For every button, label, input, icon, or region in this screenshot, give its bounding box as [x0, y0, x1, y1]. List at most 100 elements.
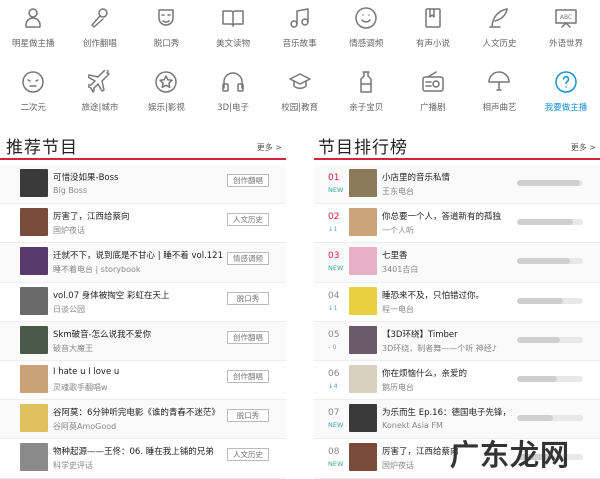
- category-r1-7[interactable]: 人文历史: [466, 0, 533, 57]
- category-tag[interactable]: 脱口秀: [227, 291, 269, 305]
- popularity-bar-fill: [517, 336, 560, 343]
- program-title[interactable]: 厉害了，江西给蔡向: [53, 210, 223, 222]
- category-tag[interactable]: 人文历史: [227, 213, 269, 227]
- category-tag[interactable]: 创作翻唱: [227, 330, 269, 344]
- table-row[interactable]: 05 - 0 【3D环绕】Timber 3D环绕，制者舞——个听 神经♪: [314, 321, 600, 361]
- program-author: 灵魂歌手翻唱w: [53, 382, 108, 392]
- category-tag[interactable]: 创作翻唱: [227, 174, 269, 187]
- category-tag[interactable]: 人文历史: [227, 448, 269, 462]
- program-author: 睡不着电台 | storybook: [53, 265, 141, 275]
- program-title[interactable]: Skm破音-怎么说我不爱你: [53, 328, 223, 340]
- rank-change: ↓1: [328, 303, 338, 312]
- program-title[interactable]: 可惜没如果-Boss: [53, 171, 223, 183]
- rank-change: NEW: [328, 186, 344, 194]
- list-item[interactable]: vol.07 身体被掏空 彩虹在天上 日谈公园 脱口秀: [0, 282, 286, 322]
- rank-number: 06: [328, 368, 340, 379]
- category-tag[interactable]: 脱口秀: [227, 409, 269, 423]
- table-row[interactable]: 04 ↓1 睡恐来不及，只怕错过你。 程一电台: [314, 282, 600, 322]
- program-title[interactable]: 谷阿莫：6分钟听完电影《谁的青春不迷茫》: [53, 406, 223, 418]
- category-tag[interactable]: 情感调频: [227, 252, 269, 266]
- program-title[interactable]: 迁就不下，说到底是不甘心 | 睡不着 vol.121: [53, 249, 223, 261]
- program-thumbnail[interactable]: [349, 208, 377, 237]
- category-r1-5[interactable]: 情感调频: [333, 0, 400, 57]
- program-title[interactable]: I hate u I love u: [53, 367, 223, 377]
- program-title[interactable]: 物种起源——王佟：06. 睡在我上铺的兄弟: [53, 445, 223, 457]
- category-label: 我要做主播: [544, 103, 588, 113]
- recommend-more-link[interactable]: 更多 >: [257, 142, 282, 153]
- category-label: 音乐故事: [282, 39, 317, 49]
- category-r2-6[interactable]: 广播剧: [400, 64, 467, 121]
- program-thumbnail[interactable]: [349, 443, 377, 472]
- table-row[interactable]: 03 NEW 七里香 3401吉白: [314, 243, 600, 283]
- category-r1-0[interactable]: 明星做主播: [0, 0, 67, 57]
- category-r2-4[interactable]: 校园|教育: [266, 64, 333, 121]
- watermark: 广东龙网: [450, 438, 571, 472]
- category-r2-0[interactable]: 二次元: [0, 64, 67, 121]
- popularity-bar: [517, 219, 583, 226]
- rank-change: ↓1: [328, 225, 338, 234]
- program-thumbnail[interactable]: [20, 247, 48, 276]
- category-r1-4[interactable]: 音乐故事: [266, 0, 333, 57]
- category-r2-2[interactable]: 娱乐|影视: [133, 64, 200, 121]
- program-thumbnail[interactable]: [20, 169, 48, 197]
- popularity-bar: [517, 375, 583, 382]
- table-row[interactable]: 01 NEW 小店里的音乐私情 王东电台: [314, 165, 600, 205]
- program-thumbnail[interactable]: [349, 286, 377, 315]
- category-r2-1[interactable]: 旅途|城市: [67, 64, 134, 121]
- category-label: 外语世界: [549, 39, 584, 49]
- program-thumbnail[interactable]: [20, 208, 48, 237]
- table-row[interactable]: 06 ↓4 你在烦恼什么，亲爱的 鹅历电台: [314, 360, 600, 401]
- category-r2-8[interactable]: 我要做主播: [533, 64, 600, 121]
- program-thumbnail[interactable]: [20, 404, 48, 433]
- program-author: 日谈公园: [53, 304, 85, 314]
- category-r1-8[interactable]: ABC 外语世界: [533, 0, 600, 57]
- program-thumbnail[interactable]: [20, 364, 48, 393]
- program-title[interactable]: 为乐而生 Ep.16：德国电子先锋，意...: [382, 406, 512, 418]
- category-r1-6[interactable]: 有声小说: [400, 0, 467, 57]
- category-label: 3D|电子: [217, 103, 249, 113]
- table-row[interactable]: 02 ↓1 你总要一个人，答道新有的孤独 一个人听: [314, 204, 600, 244]
- program-title[interactable]: 【3D环绕】Timber: [382, 328, 512, 340]
- category-r1-3[interactable]: 美文读物: [200, 0, 267, 57]
- program-title[interactable]: 七里香: [382, 249, 512, 261]
- program-title[interactable]: 你在烦恼什么，亲爱的: [382, 367, 512, 379]
- list-item[interactable]: 物种起源——王佟：06. 睡在我上铺的兄弟 科学史评话 人文历史: [0, 439, 286, 479]
- category-r1-1[interactable]: 创作翻唱: [67, 0, 134, 57]
- category-label: 相声曲艺: [482, 103, 517, 113]
- program-thumbnail[interactable]: [20, 325, 48, 354]
- program-thumbnail[interactable]: [349, 404, 377, 433]
- microphone-icon: [88, 6, 112, 30]
- program-thumbnail[interactable]: [349, 364, 377, 393]
- program-thumbnail[interactable]: [20, 443, 48, 472]
- program-thumbnail[interactable]: [349, 325, 377, 354]
- rank-change: NEW: [328, 264, 344, 273]
- list-item[interactable]: 谷阿莫：6分钟听完电影《谁的青春不迷茫》 谷阿莫AmoGood 脱口秀: [0, 400, 286, 440]
- program-thumbnail[interactable]: [349, 247, 377, 276]
- popularity-bar: [517, 180, 583, 186]
- ranking-panel: 节目排行榜 更多 > 01 NEW 小店里的音乐私情 王东电台 02 ↓1 你总要一个人，答…: [314, 130, 600, 479]
- category-r2-3[interactable]: 3D|电子: [200, 64, 267, 121]
- list-item[interactable]: Skm破音-怎么说我不爱你 破音大魔王 创作翻唱: [0, 321, 286, 361]
- program-title[interactable]: 你总要一个人，答道新有的孤独: [382, 210, 512, 222]
- category-grid: 明星做主播 创作翻唱 脱口秀 美文读物 音乐故事 情感调频 有声小说 人文历史 ABC 外语世界 …: [0, 0, 600, 118]
- popularity-bar: [517, 258, 583, 265]
- program-author: 3D环绕，制者舞——个听 神经♪: [382, 343, 497, 353]
- category-r2-5[interactable]: 亲子宝贝: [333, 64, 400, 121]
- rank-change: NEW: [328, 460, 344, 469]
- list-item[interactable]: I hate u I love u 灵魂歌手翻唱w 创作翻唱: [0, 360, 286, 401]
- list-item[interactable]: 可惜没如果-Boss Big Boss 创作翻唱: [0, 165, 286, 205]
- category-r1-2[interactable]: 脱口秀: [133, 0, 200, 57]
- category-r2-7[interactable]: 相声曲艺: [466, 64, 533, 121]
- list-item[interactable]: 迁就不下，说到底是不甘心 | 睡不着 vol.121 睡不着电台 | storyb…: [0, 243, 286, 283]
- program-title[interactable]: 睡恐来不及，只怕错过你。: [382, 289, 512, 301]
- list-item[interactable]: 厉害了，江西给蔡向 国炉夜话 人文历史: [0, 204, 286, 244]
- program-title[interactable]: 小店里的音乐私情: [382, 171, 512, 183]
- program-author: 3401吉白: [382, 265, 419, 275]
- program-thumbnail[interactable]: [349, 169, 377, 197]
- program-thumbnail[interactable]: [20, 286, 48, 315]
- ranking-more-link[interactable]: 更多 >: [571, 142, 596, 153]
- program-title[interactable]: vol.07 身体被掏空 彩虹在天上: [53, 289, 223, 301]
- category-label: 明星做主播: [12, 39, 55, 49]
- quill-icon: [487, 6, 511, 30]
- category-tag[interactable]: 创作翻唱: [227, 369, 269, 383]
